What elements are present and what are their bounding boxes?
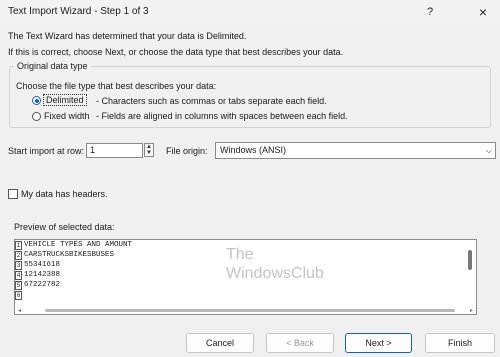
intro-line-2: If this is correct, choose Next, or choo… xyxy=(8,47,344,57)
window-title: Text Import Wizard - Step 1 of 3 xyxy=(8,6,149,17)
file-origin-select[interactable]: Windows (ANSI) ⌵ xyxy=(215,142,496,159)
help-button[interactable]: ? xyxy=(417,2,443,22)
scroll-left-icon[interactable]: ◂ xyxy=(18,307,21,314)
row-text: CARSTRUCKSBIKESBUSES xyxy=(24,251,115,259)
watermark-line-1: The xyxy=(226,246,254,263)
file-origin-label: File origin: xyxy=(166,146,208,156)
file-origin-value: Windows (ANSI) xyxy=(220,145,287,155)
delimited-description: - Characters such as commas or tabs sepa… xyxy=(96,96,327,106)
row-text: VEHICLE TYPES AND AMOUNT xyxy=(24,241,133,249)
headers-label[interactable]: My data has headers. xyxy=(21,189,108,199)
watermark-line-2: WindowsClub xyxy=(226,265,324,282)
next-button[interactable]: Next > xyxy=(345,333,412,353)
group-label: Original data type xyxy=(14,61,91,71)
vertical-scrollbar-thumb[interactable] xyxy=(468,250,472,270)
start-row-spinner[interactable]: ▲ ▼ xyxy=(144,143,154,157)
start-row-input[interactable]: 1 xyxy=(86,143,143,158)
row-number: 1 xyxy=(15,241,22,250)
headers-checkbox[interactable] xyxy=(8,189,18,199)
scroll-right-icon[interactable]: ▸ xyxy=(470,307,473,314)
finish-button[interactable]: Finish xyxy=(425,333,495,353)
fixed-width-description: - Fields are aligned in columns with spa… xyxy=(96,111,348,121)
cancel-button[interactable]: Cancel xyxy=(186,333,254,353)
datatype-prompt: Choose the file type that best describes… xyxy=(16,81,217,91)
row-text: 67222782 xyxy=(24,281,61,289)
preview-label: Preview of selected data: xyxy=(14,222,115,232)
row-number: 3 xyxy=(15,261,22,270)
close-button[interactable]: × xyxy=(470,2,496,22)
row-text: 12142388 xyxy=(24,271,61,279)
row-number: 2 xyxy=(15,251,22,260)
horizontal-scrollbar-thumb[interactable] xyxy=(45,309,455,312)
intro-line-1: The Text Wizard has determined that your… xyxy=(8,31,247,41)
delimited-radio[interactable] xyxy=(32,96,41,105)
row-text: 55341618 xyxy=(24,261,61,269)
row-number: 6 xyxy=(15,291,22,300)
chevron-down-icon: ⌵ xyxy=(485,146,492,155)
fixed-width-label[interactable]: Fixed width xyxy=(44,111,90,121)
start-import-label: Start import at row: xyxy=(8,146,85,156)
fixed-width-radio[interactable] xyxy=(32,112,41,121)
back-button[interactable]: < Back xyxy=(266,333,334,353)
delimited-label[interactable]: Delimited xyxy=(43,94,87,106)
row-number: 4 xyxy=(15,271,22,280)
row-number: 5 xyxy=(15,281,22,290)
